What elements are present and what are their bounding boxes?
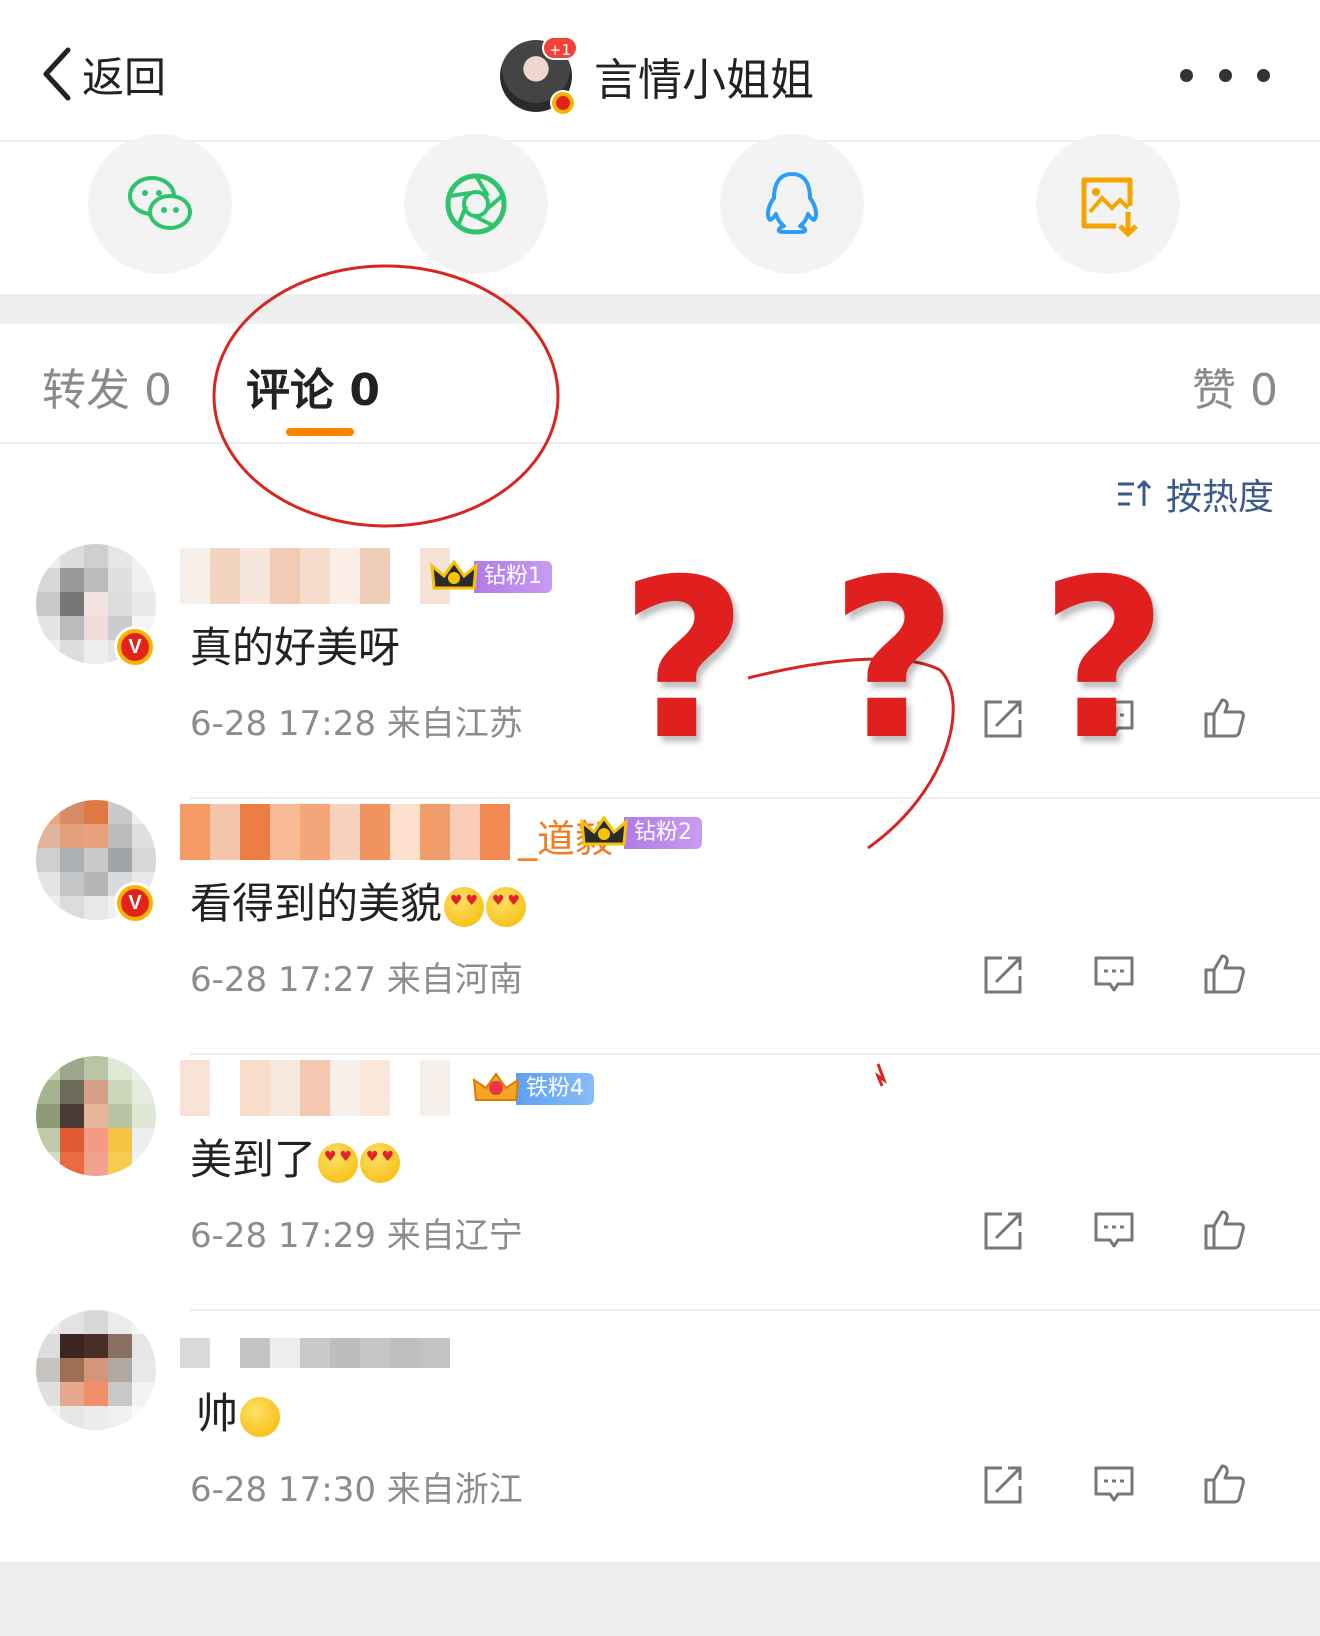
fan-badge-label: 钻粉2 — [624, 817, 702, 849]
repost-button[interactable] — [980, 694, 1028, 742]
section-divider — [0, 294, 1320, 324]
comment-icon — [1094, 956, 1134, 992]
verified-badge: V — [114, 882, 156, 924]
chevron-left-icon — [43, 47, 71, 101]
comment-text: 美到了 — [190, 1126, 401, 1187]
crown-icon — [472, 1072, 520, 1101]
fan-badge[interactable]: 钻粉1 — [430, 558, 552, 596]
username-blurred[interactable] — [180, 804, 510, 860]
thumbs-up-icon — [1204, 1464, 1245, 1504]
comment-text: 看得到的美貌 — [190, 870, 527, 931]
comment-actions — [980, 1460, 1260, 1510]
verified-icon — [550, 90, 576, 116]
share-wechat-button[interactable] — [88, 134, 232, 274]
dot-icon — [1180, 68, 1193, 82]
comment-timestamp: 6-28 17:29 来自辽宁 — [190, 1216, 523, 1256]
moments-icon — [445, 173, 507, 235]
tab-reposts[interactable]: 转发 0 — [42, 354, 172, 418]
comment-text-body: 看得到的美貌 — [190, 879, 443, 928]
repost-icon — [984, 1466, 1022, 1504]
fan-badge[interactable]: 铁粉4 — [472, 1070, 594, 1108]
crown-icon — [430, 559, 478, 590]
reply-button[interactable] — [1090, 950, 1138, 998]
verified-badge: V — [114, 626, 156, 668]
sort-icon — [1117, 479, 1152, 506]
author-avatar[interactable]: +1 — [500, 36, 578, 116]
comment-icon — [1094, 1466, 1134, 1502]
username-blurred[interactable] — [180, 548, 450, 604]
save-image-icon — [1081, 177, 1138, 238]
avatar[interactable] — [36, 1310, 156, 1430]
crown-icon — [580, 815, 628, 846]
back-button[interactable]: 返回 — [40, 44, 166, 104]
repost-button[interactable] — [980, 1460, 1028, 1508]
dot-icon — [1257, 68, 1270, 82]
qq-icon — [765, 172, 819, 234]
more-options-button[interactable] — [1180, 60, 1270, 90]
repost-button[interactable] — [980, 950, 1028, 998]
sort-by-hot-button[interactable]: 按热度 — [1116, 468, 1274, 520]
bottom-spacer — [0, 1562, 1320, 1636]
comment-timestamp: 6-28 17:28 来自江苏 — [190, 704, 523, 744]
username-blurred[interactable] — [180, 1338, 450, 1368]
sort-label: 按热度 — [1165, 477, 1274, 518]
top-nav-bar: 返回 +1 言情小姐姐 — [0, 0, 1320, 142]
comment-item: 帅 6-28 17:30 来自浙江 — [0, 1310, 1320, 1565]
repost-icon — [984, 1212, 1022, 1250]
like-button[interactable] — [1200, 1206, 1248, 1254]
heart-eyes-emoji — [444, 886, 485, 927]
repost-button[interactable] — [980, 1206, 1028, 1254]
share-moments-button[interactable] — [404, 134, 548, 274]
wechat-icon — [128, 176, 192, 230]
comment-item: V _道毅 钻粉2 看得到的美貌 6-28 17:27 来自河南 — [0, 800, 1320, 1055]
comment-divider — [190, 1053, 1320, 1055]
comment-timestamp: 6-28 17:30 来自浙江 — [190, 1470, 523, 1510]
fan-badge-label: 铁粉4 — [516, 1073, 594, 1105]
repost-icon — [984, 700, 1022, 738]
thumbs-up-icon — [1204, 954, 1245, 994]
question-mark-annotation: ? — [620, 532, 748, 788]
dot-icon — [1218, 68, 1232, 82]
reply-button[interactable] — [1090, 1206, 1138, 1254]
save-image-button[interactable] — [1036, 134, 1180, 274]
fan-badge-label: 钻粉1 — [474, 561, 552, 593]
fan-badge[interactable]: 钻粉2 — [580, 814, 702, 852]
like-button[interactable] — [1200, 1460, 1248, 1508]
smitten-emoji — [318, 1142, 359, 1183]
tab-bar: 转发 0 评论 0 赞 0 — [0, 324, 1320, 444]
share-row — [0, 134, 1320, 294]
comment-item: 铁粉4 美到了 6-28 17:29 来自辽宁 — [0, 1056, 1320, 1311]
comment-text: 真的好美呀 — [190, 623, 401, 672]
tab-likes[interactable]: 赞 0 — [1192, 354, 1278, 418]
comment-timestamp: 6-28 17:27 来自河南 — [190, 960, 523, 1000]
share-qq-button[interactable] — [720, 134, 864, 274]
page-title: 言情小姐姐 — [594, 55, 814, 106]
comment-divider — [190, 797, 1320, 799]
avatar[interactable] — [36, 1056, 156, 1176]
username-blurred[interactable] — [180, 1060, 450, 1116]
comment-text-body: 帅 — [196, 1389, 239, 1438]
thumbs-up-icon — [1204, 698, 1245, 738]
notification-badge: +1 — [541, 36, 578, 60]
comment-actions — [980, 950, 1260, 1000]
comment-text-body: 美到了 — [190, 1135, 317, 1184]
page-title-group[interactable]: +1 言情小姐姐 — [500, 36, 814, 116]
tab-comments[interactable]: 评论 0 — [246, 354, 380, 418]
like-button[interactable] — [1200, 950, 1248, 998]
surprised-emoji — [240, 1396, 281, 1437]
repost-icon — [984, 956, 1022, 994]
smitten-emoji — [360, 1142, 401, 1183]
comment-icon — [1094, 1212, 1134, 1248]
question-mark-annotation: ? — [1040, 532, 1168, 788]
active-tab-indicator — [286, 428, 354, 436]
heart-eyes-emoji — [486, 886, 527, 927]
back-label: 返回 — [82, 52, 167, 102]
like-button[interactable] — [1200, 694, 1248, 742]
thumbs-up-icon — [1204, 1210, 1245, 1250]
reply-button[interactable] — [1090, 1460, 1138, 1508]
question-mark-annotation: ? — [830, 532, 958, 788]
comment-actions — [980, 1206, 1260, 1256]
comment-text: 帅 — [196, 1380, 281, 1441]
